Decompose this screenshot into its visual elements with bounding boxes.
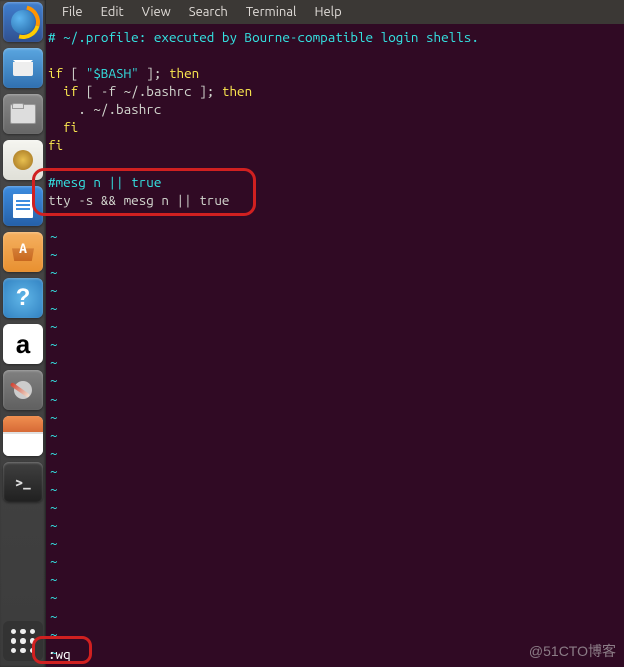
terminal-window: File Edit View Search Terminal Help # ~/… <box>46 0 624 667</box>
code-comment: # ~/.profile: executed by Bourne-compati… <box>48 29 479 45</box>
amazon-icon[interactable] <box>3 324 43 364</box>
thunderbird-icon[interactable] <box>3 48 43 88</box>
code-keyword: fi <box>48 137 63 153</box>
menu-terminal[interactable]: Terminal <box>238 3 305 21</box>
firefox-icon[interactable] <box>3 2 43 42</box>
rhythmbox-icon[interactable] <box>3 140 43 180</box>
menu-view[interactable]: View <box>134 3 179 21</box>
menubar: File Edit View Search Terminal Help <box>46 0 624 24</box>
highlighted-command: tty -s && mesg n || true <box>48 191 622 209</box>
vim-tilde: ~ <box>48 227 622 245</box>
terminal-content[interactable]: # ~/.profile: executed by Bourne-compati… <box>46 24 624 667</box>
menu-help[interactable]: Help <box>306 3 349 21</box>
settings-icon[interactable] <box>3 370 43 410</box>
show-applications-icon[interactable] <box>3 621 43 661</box>
highlighted-comment: #mesg n || true <box>48 174 161 190</box>
launcher-dock <box>0 0 46 667</box>
help-icon[interactable] <box>3 278 43 318</box>
code-line: . ~/.bashrc <box>48 100 622 118</box>
vim-command-line[interactable]: :wq <box>48 645 71 663</box>
files-icon[interactable] <box>3 94 43 134</box>
menu-file[interactable]: File <box>54 3 91 21</box>
menu-search[interactable]: Search <box>181 3 236 21</box>
menu-edit[interactable]: Edit <box>93 3 132 21</box>
ubuntu-software-icon[interactable] <box>3 232 43 272</box>
wallpaper-icon[interactable] <box>3 416 43 456</box>
terminal-icon[interactable] <box>3 462 43 502</box>
code-keyword: if <box>48 65 63 81</box>
libreoffice-writer-icon[interactable] <box>3 186 43 226</box>
